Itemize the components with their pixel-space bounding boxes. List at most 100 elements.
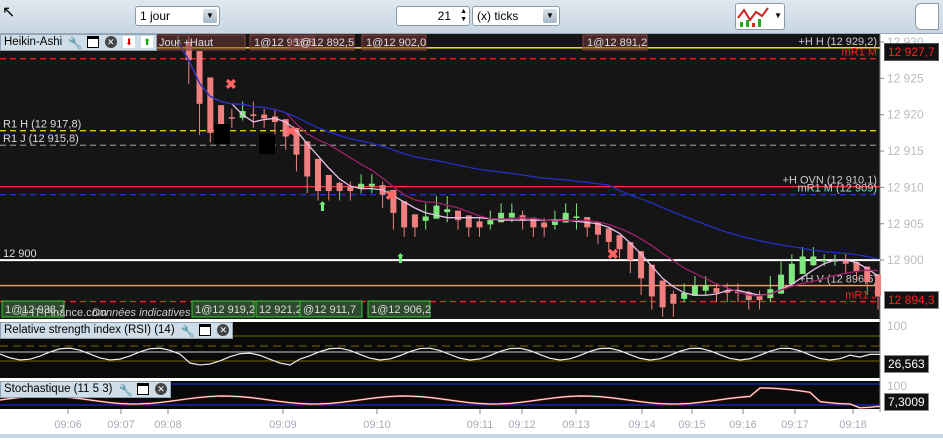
window-icon[interactable] xyxy=(136,383,149,395)
horizontal-scrollbar[interactable] xyxy=(0,434,943,438)
stoch-value: 7,3009 xyxy=(884,393,929,411)
x-tick-label: 09:14 xyxy=(628,419,656,431)
x-tick-label: 09:16 xyxy=(729,419,757,431)
sell-signal-icon: ✖ xyxy=(225,76,237,92)
close-icon[interactable]: ✕ xyxy=(155,383,168,395)
main-panel-bg xyxy=(0,34,880,319)
indicators-button[interactable]: ▼ xyxy=(735,3,785,30)
candle-body xyxy=(810,256,817,266)
y-tick-label: 12 910 xyxy=(887,180,924,194)
x-tick-label: 09:12 xyxy=(508,419,536,431)
candle-body xyxy=(433,205,440,219)
window-icon[interactable] xyxy=(86,36,99,48)
x-tick-label: 09:11 xyxy=(467,419,494,431)
stoch-tick: 100 xyxy=(887,379,907,393)
candle-body xyxy=(702,285,709,291)
candle-body xyxy=(368,183,375,187)
candle-body xyxy=(207,77,214,133)
candle-body xyxy=(638,251,645,279)
y-tick-label: 12 915 xyxy=(887,144,924,158)
window-icon[interactable] xyxy=(199,324,212,336)
chart-canvas[interactable]: 12 93012 92512 92012 91512 91012 90512 9… xyxy=(0,34,943,438)
candle-body xyxy=(347,187,354,192)
x-tick-label: 09:09 xyxy=(269,419,297,431)
buy-signal-icon: ⬆ xyxy=(395,251,406,266)
candle-body xyxy=(659,280,666,308)
sell-signal-icon: ✖ xyxy=(285,123,297,139)
side-panel-button[interactable] xyxy=(915,3,939,30)
level-label: mR1 J xyxy=(845,290,877,302)
chevron-down-icon: ▼ xyxy=(774,11,782,20)
chart-area[interactable]: 12 930 12 925 12 920 12 915 12 910 12 905 12 9… xyxy=(0,34,943,438)
y-tick-label: 12 920 xyxy=(887,108,924,122)
tick-count-input[interactable]: 21 ▲ ▼ xyxy=(396,6,470,26)
chevron-down-icon: ▼ xyxy=(203,9,217,23)
level-label: mR1 M (12 909) xyxy=(798,183,877,195)
order-tag-label: 1@12 902,0 xyxy=(366,37,426,49)
wrench-icon[interactable]: 🔧 xyxy=(68,36,82,50)
candle-body xyxy=(670,293,677,304)
candle-body xyxy=(821,260,828,262)
x-tick-label: 09:10 xyxy=(363,419,391,431)
candle-body xyxy=(756,296,763,301)
candle-body xyxy=(444,209,451,213)
level-label: mR1 M xyxy=(842,47,877,59)
order-tag-label: 1@12 919,2 xyxy=(195,304,255,316)
x-tick-label: 09:08 xyxy=(154,419,182,431)
position-marker xyxy=(259,134,275,154)
x-tick-label: 09:17 xyxy=(781,419,809,431)
candle-body xyxy=(487,220,494,225)
x-tick-label: 09:07 xyxy=(107,419,135,431)
level-label: 12 900 xyxy=(3,248,37,260)
candle-body xyxy=(411,214,418,228)
period-select[interactable]: 1 jour ▼ xyxy=(135,6,220,26)
order-tag-label: 1@12 891,2 xyxy=(587,37,647,49)
order-tag-label: Jour +Haut xyxy=(159,37,213,49)
indicator-chart-icon xyxy=(737,7,769,27)
sell-signal-icon: ✖ xyxy=(385,187,397,203)
candle-body xyxy=(250,114,257,116)
rsi-tick: 100 xyxy=(887,319,907,333)
candle-body xyxy=(325,174,332,192)
candle-body xyxy=(573,216,580,218)
candle-body xyxy=(875,274,881,297)
candle-body xyxy=(713,288,720,293)
order-tag-label: 12 921,2 xyxy=(259,304,302,316)
candle-body xyxy=(605,228,612,242)
candle-body xyxy=(476,221,483,228)
close-icon[interactable]: ✕ xyxy=(104,36,117,48)
candle-body xyxy=(541,222,548,228)
candle-body xyxy=(799,256,806,274)
rsi-value: 26,563 xyxy=(884,355,929,373)
stoch-panel-title: Stochastique (11 5 3) 🔧 ✕ xyxy=(0,381,172,398)
order-tag-label: 1@12 906,2 xyxy=(371,304,431,316)
sell-arrow-icon[interactable]: ⬇ xyxy=(122,36,135,48)
cursor-icon: ↖ xyxy=(2,4,16,21)
buy-arrow-icon[interactable]: ⬆ xyxy=(141,36,154,48)
candle-body xyxy=(455,210,461,221)
spinner-icon[interactable]: ▲ ▼ xyxy=(460,8,467,24)
wrench-icon[interactable]: 🔧 xyxy=(119,383,133,397)
order-tag-label: 1@12 892,5 xyxy=(294,37,354,49)
candle-body xyxy=(422,216,429,221)
tick-unit-select[interactable]: (x) ticks ▼ xyxy=(472,6,560,26)
toolbar: ↖ 1 jour ▼ 21 ▲ ▼ (x) ticks ▼ ▼ xyxy=(0,0,943,34)
x-tick-label: 09:06 xyxy=(54,419,82,431)
wrench-icon[interactable]: 🔧 xyxy=(181,324,195,338)
level-label: R1 H (12 917,8) xyxy=(3,119,81,131)
candle-body xyxy=(508,212,515,218)
chevron-down-icon: ▼ xyxy=(543,9,557,23)
price-marker-current: 12 894,3 xyxy=(884,291,939,309)
order-tag-label: @12 911,7 xyxy=(303,304,356,316)
candle-body xyxy=(336,182,343,192)
candle-body xyxy=(498,212,505,223)
x-tick-label: 09:18 xyxy=(839,419,867,431)
x-tick-label: 09:15 xyxy=(678,419,706,431)
buy-signal-icon: ⬆ xyxy=(317,199,328,214)
price-marker-top: 12 927,7 xyxy=(884,43,939,61)
close-icon[interactable]: ✕ xyxy=(217,324,230,336)
candle-body xyxy=(261,114,268,119)
y-tick-label: 12 900 xyxy=(887,253,924,267)
main-panel-title: Heikin-Ashi 🔧 ✕ ⬇ ⬆ xyxy=(0,34,158,51)
candle-body xyxy=(228,117,235,119)
